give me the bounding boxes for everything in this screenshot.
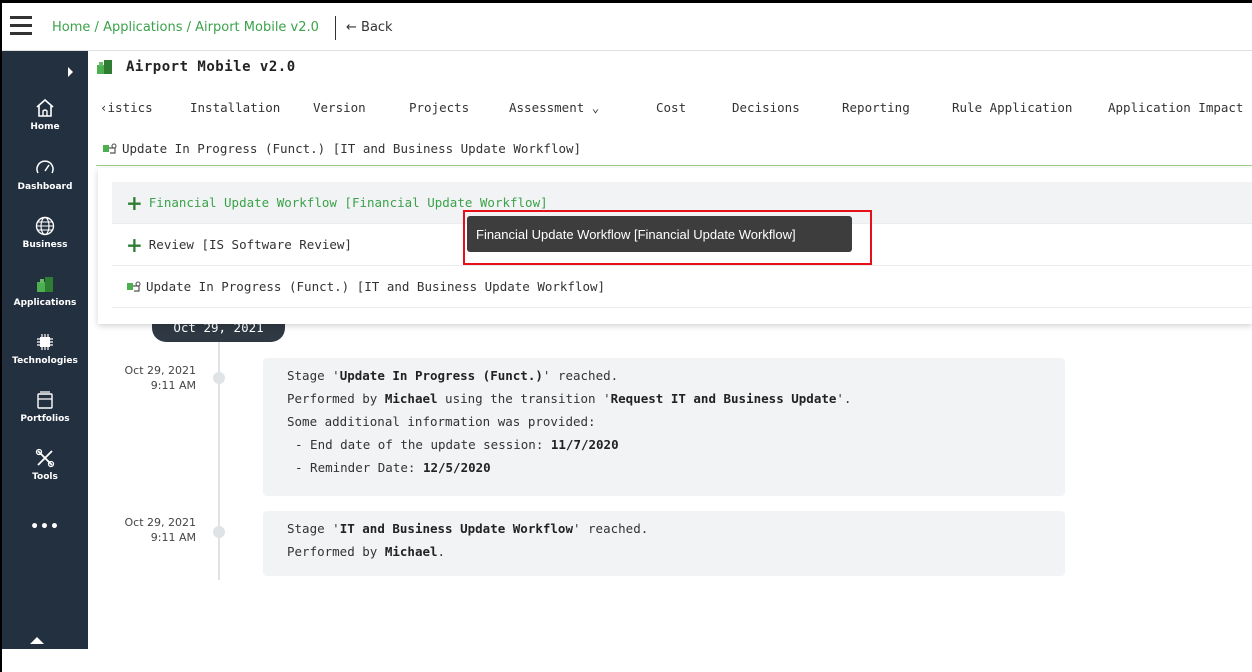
breadcrumb-applications[interactable]: Applications (103, 20, 182, 35)
timeline-entry-timestamp: Oct 29, 2021 9:11 AM (96, 363, 197, 393)
tab-reporting[interactable]: Reporting (842, 100, 910, 115)
sidebar-item-label: Tools (32, 472, 58, 482)
tab-assessment[interactable]: Assessment ⌄ (509, 100, 599, 115)
user-name: Michael (384, 544, 438, 559)
timeline-stage-line: Stage 'Update In Progress (Funct.)' reac… (287, 368, 619, 383)
sidebar-item-label: Business (22, 240, 68, 250)
timeline-dot (213, 372, 225, 384)
puzzle-icon (37, 277, 53, 292)
sidebar-item-label: Applications (13, 298, 77, 308)
application-icon (97, 60, 112, 74)
sidebar-item-portfolios[interactable]: Portfolios (2, 389, 88, 424)
timeline-stage-line: Stage 'IT and Business Update Workflow' … (287, 521, 649, 536)
timeline-entry-timestamp: Oct 29, 2021 9:11 AM (96, 515, 197, 545)
sidebar-item-business[interactable]: Business (2, 215, 88, 250)
tab-version[interactable]: Version (313, 100, 366, 115)
tab-installation[interactable]: Installation (190, 100, 280, 115)
dropdown-item-label: Financial Update Workflow [Financial Upd… (148, 195, 548, 210)
sidebar-item-technologies[interactable]: Technologies (2, 331, 88, 366)
breadcrumb: Home / Applications / Airport Mobile v2.… (52, 20, 319, 35)
page-title: Airport Mobile v2.0 (126, 59, 296, 75)
timeline-performed-line: Performed by Michael. (287, 544, 446, 559)
collapse-up-icon[interactable] (30, 637, 44, 644)
user-name: Michael (384, 391, 438, 406)
tab-scroll-left[interactable]: ‹istics (100, 100, 153, 115)
breadcrumb-separator: / (94, 20, 99, 35)
tab-bar: ‹istics Installation Version Projects As… (96, 88, 1252, 128)
timeline-entry-date: Oct 29, 2021 (124, 364, 197, 377)
breadcrumb-separator: / (186, 20, 192, 35)
top-bar: Home / Applications / Airport Mobile v2.… (2, 3, 1252, 51)
home-icon (36, 98, 54, 117)
highlight-box (463, 210, 872, 265)
breadcrumb-home[interactable]: Home (52, 20, 90, 35)
timeline-detail-line: - End date of the update session: 11/7/2… (295, 437, 619, 452)
chevron-down-icon: ⌄ (584, 100, 600, 115)
tab-projects[interactable]: Projects (409, 100, 469, 115)
sidebar-more-button[interactable]: ••• (2, 519, 88, 535)
sidebar: Home Dashboard Business Applications Tec… (2, 51, 88, 649)
back-button[interactable]: ← Back (335, 16, 393, 40)
reminder-date-value: 12/5/2020 (422, 460, 491, 475)
globe-icon (35, 216, 55, 236)
timeline-info-line: Some additional information was provided… (287, 414, 596, 429)
timeline-entry-time: 9:11 AM (150, 531, 196, 544)
chip-icon (37, 334, 53, 350)
timeline-performed-line: Performed by Michael using the transitio… (287, 391, 852, 406)
dropdown-item-update-in-progress[interactable]: Update In Progress (Funct.) [IT and Busi… (112, 266, 1252, 308)
timeline-entry-time: 9:11 AM (150, 379, 196, 392)
sidebar-item-home[interactable]: Home (2, 97, 88, 132)
plus-icon: + (126, 190, 143, 215)
tab-cost[interactable]: Cost (656, 100, 686, 115)
sidebar-item-tools[interactable]: Tools (2, 447, 88, 482)
app-header: Airport Mobile v2.0 (96, 51, 296, 83)
plus-icon: + (126, 232, 143, 257)
workflow-status-trigger[interactable]: Update In Progress (Funct.) [IT and Busi… (96, 132, 1252, 166)
sidebar-item-dashboard[interactable]: Dashboard (2, 157, 88, 192)
tab-application-impact[interactable]: Application Impact (1108, 100, 1243, 115)
folder-icon (37, 391, 53, 409)
sidebar-item-label: Dashboard (17, 182, 73, 192)
sidebar-item-label: Portfolios (20, 414, 70, 424)
timeline-entry-card: Stage 'IT and Business Update Workflow' … (263, 511, 1065, 576)
transition-name: Request IT and Business Update (610, 391, 837, 406)
sidebar-item-label: Technologies (12, 356, 78, 366)
timeline-entry-card: Stage 'Update In Progress (Funct.)' reac… (263, 358, 1065, 496)
sidebar-expand-icon[interactable] (68, 67, 73, 77)
hamburger-menu-icon[interactable] (10, 16, 32, 36)
tab-statistics-partial[interactable]: istics (108, 100, 153, 115)
stage-name: IT and Business Update Workflow (339, 521, 573, 536)
dropdown-item-label: Review [IS Software Review] (148, 237, 352, 252)
stage-name: Update In Progress (Funct.) (339, 368, 543, 383)
workflow-status-label: Update In Progress (Funct.) [IT and Busi… (122, 141, 582, 156)
tab-decisions[interactable]: Decisions (732, 100, 800, 115)
dropdown-item-label: Update In Progress (Funct.) [IT and Busi… (146, 279, 606, 294)
sidebar-item-label: Home (30, 122, 60, 132)
timeline-dot (213, 526, 225, 538)
sidebar-item-applications[interactable]: Applications (2, 273, 88, 308)
timeline-entry-date: Oct 29, 2021 (124, 516, 197, 529)
gauge-icon (36, 160, 54, 174)
tab-rule-application[interactable]: Rule Application (952, 100, 1072, 115)
tab-assessment-label: Assessment (509, 100, 585, 115)
breadcrumb-current[interactable]: Airport Mobile v2.0 (195, 20, 319, 35)
end-date-value: 11/7/2020 (550, 437, 619, 452)
timeline-detail-line: - Reminder Date: 12/5/2020 (295, 460, 491, 475)
workflow-status-icon (127, 280, 141, 292)
tools-icon (35, 448, 55, 468)
workflow-status-icon (103, 142, 117, 154)
